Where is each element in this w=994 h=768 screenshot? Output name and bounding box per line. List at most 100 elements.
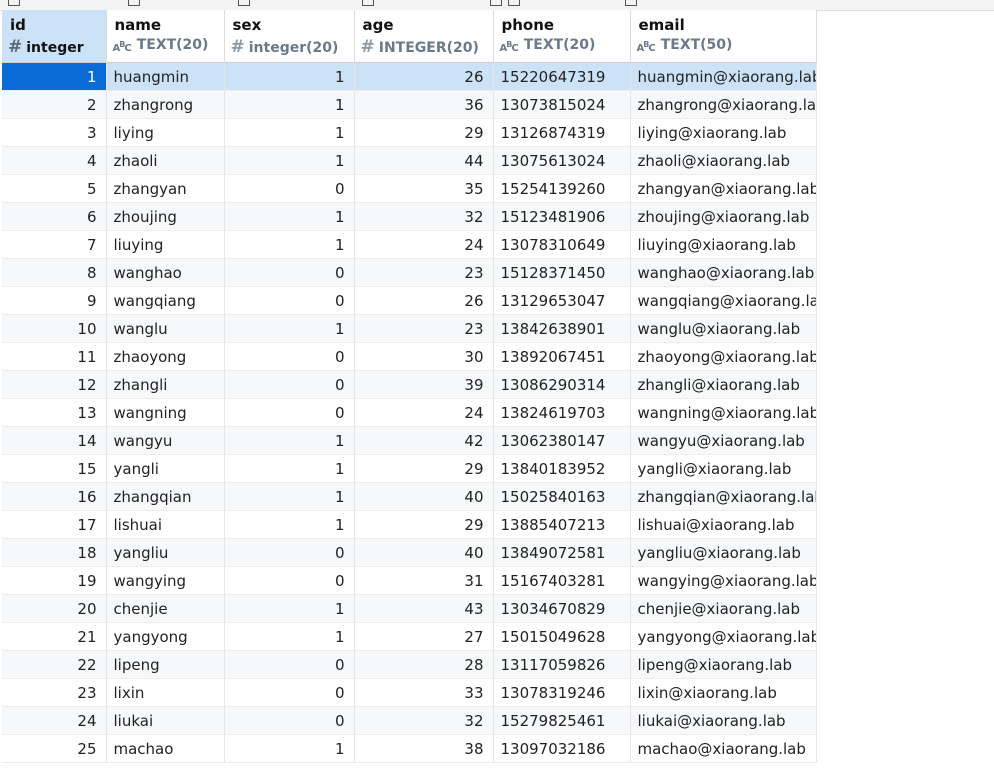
cell-age[interactable]: 31 [354, 566, 494, 595]
cell-age[interactable]: 24 [354, 230, 494, 259]
column-header-id[interactable]: id # integer [2, 10, 107, 63]
cell-email[interactable]: zhaoli@xiaorang.lab [630, 146, 817, 175]
cell-id[interactable]: 6 [2, 202, 107, 231]
cell-id[interactable]: 24 [2, 706, 107, 735]
cell-age[interactable]: 26 [354, 286, 494, 315]
cell-sex[interactable]: 1 [224, 622, 355, 651]
cell-sex[interactable]: 0 [224, 678, 355, 707]
cell-phone[interactable]: 13126874319 [493, 118, 631, 147]
cell-phone[interactable]: 15123481906 [493, 202, 631, 231]
cell-id[interactable]: 9 [2, 286, 107, 315]
cell-age[interactable]: 29 [354, 454, 494, 483]
cell-name[interactable]: machao [106, 734, 225, 763]
cell-phone[interactable]: 15279825461 [493, 706, 631, 735]
cell-name[interactable]: wanghao [106, 258, 225, 287]
cell-id[interactable]: 20 [2, 594, 107, 623]
column-header-sex[interactable]: sex # integer(20) [224, 10, 355, 63]
table-row[interactable]: 12 zhangli 0 39 13086290314 zhangli@xiaorang.… [2, 370, 817, 399]
cell-email[interactable]: zhoujing@xiaorang.lab [630, 202, 817, 231]
cell-email[interactable]: zhangrong@xiaorang.la [630, 90, 817, 119]
table-row[interactable]: 13 wangning 0 24 13824619703 wangning@xiaoran… [2, 398, 817, 427]
cell-sex[interactable]: 0 [224, 706, 355, 735]
cell-id[interactable]: 8 [2, 258, 107, 287]
cell-phone[interactable]: 13840183952 [493, 454, 631, 483]
table-row[interactable]: 8 wanghao 0 23 15128371450 wanghao@xiaorang.l… [2, 258, 817, 287]
cell-age[interactable]: 30 [354, 342, 494, 371]
cell-age[interactable]: 29 [354, 510, 494, 539]
cell-sex[interactable]: 1 [224, 510, 355, 539]
cell-age[interactable]: 24 [354, 398, 494, 427]
cell-phone[interactable]: 13117059826 [493, 650, 631, 679]
cell-email[interactable]: chenjie@xiaorang.lab [630, 594, 817, 623]
cell-sex[interactable]: 1 [224, 202, 355, 231]
cell-sex[interactable]: 1 [224, 426, 355, 455]
cell-sex[interactable]: 1 [224, 90, 355, 119]
cell-email[interactable]: wangying@xiaorang.lab [630, 566, 817, 595]
table-row[interactable]: 10 wanglu 1 23 13842638901 wanglu@xiaorang.la… [2, 314, 817, 343]
column-header-phone[interactable]: phone ABC TEXT(20) [493, 10, 631, 63]
cell-email[interactable]: yangliu@xiaorang.lab [630, 538, 817, 567]
cell-phone[interactable]: 13073815024 [493, 90, 631, 119]
cell-age[interactable]: 33 [354, 678, 494, 707]
cell-phone[interactable]: 13824619703 [493, 398, 631, 427]
table-row[interactable]: 14 wangyu 1 42 13062380147 wangyu@xiaorang.la… [2, 426, 817, 455]
cell-email[interactable]: zhangli@xiaorang.lab [630, 370, 817, 399]
cell-id[interactable]: 10 [2, 314, 107, 343]
cell-id[interactable]: 11 [2, 342, 107, 371]
cell-id[interactable]: 2 [2, 90, 107, 119]
cell-phone[interactable]: 13849072581 [493, 538, 631, 567]
toolbar-button[interactable] [490, 0, 505, 7]
cell-id[interactable]: 15 [2, 454, 107, 483]
cell-name[interactable]: yangliu [106, 538, 225, 567]
cell-id[interactable]: 7 [2, 230, 107, 259]
table-row[interactable]: 20 chenjie 1 43 13034670829 chenjie@xiaorang.… [2, 594, 817, 623]
cell-name[interactable]: zhaoyong [106, 342, 225, 371]
cell-id[interactable]: 4 [2, 146, 107, 175]
cell-email[interactable]: wangning@xiaorang.lab [630, 398, 817, 427]
cell-sex[interactable]: 0 [224, 286, 355, 315]
cell-id[interactable]: 12 [2, 370, 107, 399]
table-row[interactable]: 23 lixin 0 33 13078319246 lixin@xiaorang.lab [2, 678, 817, 707]
cell-id[interactable]: 18 [2, 538, 107, 567]
table-row[interactable]: 16 zhangqian 1 40 15025840163 zhangqian@xiaor… [2, 482, 817, 511]
cell-name[interactable]: zhangrong [106, 90, 225, 119]
table-row[interactable]: 17 lishuai 1 29 13885407213 lishuai@xiaorang.… [2, 510, 817, 539]
cell-age[interactable]: 42 [354, 426, 494, 455]
cell-id[interactable]: 16 [2, 482, 107, 511]
cell-phone[interactable]: 13129653047 [493, 286, 631, 315]
table-row[interactable]: 19 wangying 0 31 15167403281 wangying@xiaoran… [2, 566, 817, 595]
cell-sex[interactable]: 1 [224, 62, 355, 91]
cell-name[interactable]: wanglu [106, 314, 225, 343]
cell-name[interactable]: liuying [106, 230, 225, 259]
cell-email[interactable]: wanglu@xiaorang.lab [630, 314, 817, 343]
cell-id[interactable]: 13 [2, 398, 107, 427]
table-row[interactable]: 18 yangliu 0 40 13849072581 yangliu@xiaorang.… [2, 538, 817, 567]
table-row[interactable]: 7 liuying 1 24 13078310649 liuying@xiaorang.l… [2, 230, 817, 259]
column-header-age[interactable]: age # INTEGER(20) [354, 10, 494, 63]
cell-phone[interactable]: 15167403281 [493, 566, 631, 595]
cell-phone[interactable]: 13062380147 [493, 426, 631, 455]
cell-phone[interactable]: 13097032186 [493, 734, 631, 763]
cell-name[interactable]: liukai [106, 706, 225, 735]
column-header-email[interactable]: email ABC TEXT(50) [630, 10, 817, 63]
cell-sex[interactable]: 1 [224, 230, 355, 259]
table-row[interactable]: 25 machao 1 38 13097032186 machao@xiaorang.la… [2, 734, 817, 763]
table-row[interactable]: 5 zhangyan 0 35 15254139260 zhangyan@xiaorang… [2, 174, 817, 203]
cell-email[interactable]: lishuai@xiaorang.lab [630, 510, 817, 539]
cell-sex[interactable]: 0 [224, 566, 355, 595]
cell-phone[interactable]: 13892067451 [493, 342, 631, 371]
cell-name[interactable]: huangmin [106, 62, 225, 91]
cell-email[interactable]: zhaoyong@xiaorang.lab [630, 342, 817, 371]
cell-sex[interactable]: 1 [224, 118, 355, 147]
cell-sex[interactable]: 1 [224, 146, 355, 175]
table-row[interactable]: 1 huangmin 1 26 15220647319 huangmin@xiaorang… [2, 62, 817, 91]
cell-sex[interactable]: 0 [224, 174, 355, 203]
cell-sex[interactable]: 1 [224, 314, 355, 343]
cell-id[interactable]: 22 [2, 650, 107, 679]
cell-age[interactable]: 28 [354, 650, 494, 679]
cell-phone[interactable]: 13086290314 [493, 370, 631, 399]
cell-name[interactable]: lixin [106, 678, 225, 707]
toolbar-button[interactable] [128, 0, 143, 7]
cell-email[interactable]: lipeng@xiaorang.lab [630, 650, 817, 679]
cell-name[interactable]: liying [106, 118, 225, 147]
